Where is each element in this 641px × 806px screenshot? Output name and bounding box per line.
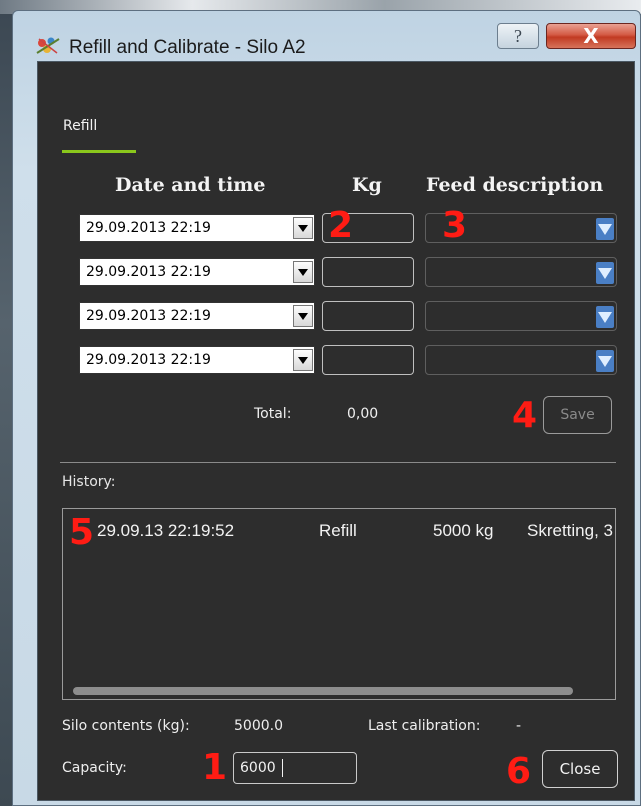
capacity-label: Capacity: <box>62 760 127 776</box>
section-divider <box>60 462 616 463</box>
annotation-marker-5: 5 <box>69 512 95 553</box>
date-value: 29.09.2013 22:19 <box>86 220 211 236</box>
total-value: 0,00 <box>347 406 379 422</box>
annotation-marker-4: 4 <box>512 395 538 436</box>
feed-description-select[interactable] <box>425 257 617 287</box>
date-picker[interactable]: 29.09.2013 22:19 <box>79 302 315 330</box>
dialog-client-area: Refill Date and time Kg Feed description… <box>37 61 635 801</box>
column-header-kg: Kg <box>352 174 382 196</box>
chevron-down-icon[interactable] <box>293 261 313 283</box>
refill-dialog-window: Refill and Calibrate - Silo A2 ? X Refil… <box>12 10 641 806</box>
app-icon <box>36 37 60 54</box>
kg-input[interactable] <box>322 257 414 287</box>
feed-description-select[interactable] <box>425 301 617 331</box>
feed-description-select[interactable] <box>425 345 617 375</box>
text-caret <box>282 759 283 777</box>
dropdown-arrow-icon[interactable] <box>596 350 614 372</box>
annotation-marker-6: 6 <box>506 751 532 792</box>
chevron-down-icon[interactable] <box>293 217 313 239</box>
history-entry-feed: Skretting, 3 <box>527 521 613 540</box>
help-button[interactable]: ? <box>497 23 539 49</box>
last-calibration-label: Last calibration: <box>368 718 481 734</box>
horizontal-scrollbar[interactable] <box>73 687 573 695</box>
annotation-marker-1: 1 <box>202 747 228 788</box>
column-header-feed: Feed description <box>426 174 604 196</box>
window-close-button[interactable]: X <box>546 23 636 49</box>
dropdown-arrow-icon[interactable] <box>596 218 614 240</box>
window-title: Refill and Calibrate - Silo A2 <box>69 37 306 58</box>
silo-contents-label: Silo contents (kg): <box>62 718 190 734</box>
chevron-down-icon[interactable] <box>293 305 313 327</box>
annotation-marker-2: 2 <box>328 205 354 246</box>
close-icon: X <box>583 24 599 48</box>
last-calibration-value: - <box>516 718 522 734</box>
chevron-down-icon[interactable] <box>293 349 313 371</box>
save-button[interactable]: Save <box>543 396 612 434</box>
kg-input[interactable] <box>322 301 414 331</box>
history-entry-amount: 5000 kg <box>433 521 494 540</box>
dropdown-arrow-icon[interactable] <box>596 262 614 284</box>
date-picker[interactable]: 29.09.2013 22:19 <box>79 214 315 242</box>
title-bar[interactable]: Refill and Calibrate - Silo A2 ? X <box>13 11 640 58</box>
tab-refill[interactable]: Refill <box>63 118 97 134</box>
date-value: 29.09.2013 22:19 <box>86 352 211 368</box>
dropdown-arrow-icon[interactable] <box>596 306 614 328</box>
tab-refill-active-indicator <box>62 150 136 153</box>
close-button[interactable]: Close <box>542 750 618 788</box>
date-value: 29.09.2013 22:19 <box>86 264 211 280</box>
date-value: 29.09.2013 22:19 <box>86 308 211 324</box>
date-picker[interactable]: 29.09.2013 22:19 <box>79 258 315 286</box>
history-entry-time: 29.09.13 22:19:52 <box>97 521 235 540</box>
help-icon: ? <box>514 26 522 46</box>
history-label: History: <box>62 474 116 490</box>
date-picker[interactable]: 29.09.2013 22:19 <box>79 346 315 374</box>
total-label: Total: <box>254 406 292 422</box>
history-entry-type: Refill <box>319 521 357 540</box>
silo-contents-value: 5000.0 <box>234 718 283 734</box>
history-list[interactable]: 5 29.09.13 22:19:52 Refill 5000 kg Skret… <box>62 508 616 700</box>
kg-input[interactable] <box>322 345 414 375</box>
annotation-marker-3: 3 <box>442 205 468 246</box>
capacity-value: 6000 <box>240 760 276 776</box>
capacity-input[interactable]: 6000 <box>233 752 357 784</box>
column-header-date: Date and time <box>115 174 266 196</box>
